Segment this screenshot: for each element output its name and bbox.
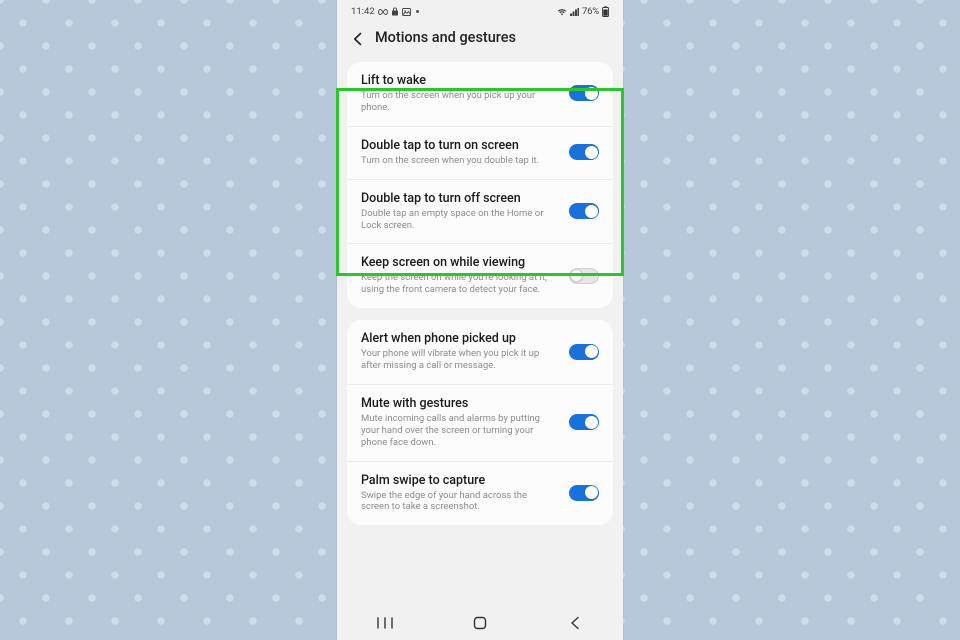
battery-icon: [602, 6, 609, 17]
wifi-icon: [557, 8, 567, 16]
status-bar: 11:42 76%: [337, 0, 623, 19]
toggle-alert-pickup[interactable]: [569, 344, 599, 360]
setting-alert-pickup[interactable]: Alert when phone picked up Your phone wi…: [347, 320, 613, 384]
nav-home-button[interactable]: [465, 613, 495, 633]
lock-icon: [391, 7, 399, 16]
setting-mute-gestures[interactable]: Mute with gestures Mute incoming calls a…: [347, 384, 613, 461]
setting-title: Alert when phone picked up: [361, 331, 557, 346]
page-title: Motions and gestures: [375, 29, 516, 46]
back-button[interactable]: [351, 31, 365, 45]
toggle-double-tap-off[interactable]: [569, 203, 599, 219]
navigation-bar: [337, 606, 623, 640]
nav-back-button[interactable]: [560, 613, 590, 633]
phone-frame: 11:42 76%: [337, 0, 623, 640]
toggle-keep-screen-on[interactable]: [569, 268, 599, 284]
infinity-icon: [378, 8, 388, 16]
notification-dot-icon: [416, 10, 419, 13]
setting-title: Mute with gestures: [361, 396, 557, 411]
setting-title: Double tap to turn on screen: [361, 138, 557, 153]
signal-icon: [570, 8, 579, 16]
title-bar: Motions and gestures: [337, 19, 623, 62]
settings-content: Lift to wake Turn on the screen when you…: [337, 62, 623, 525]
image-icon: [402, 8, 411, 16]
setting-keep-screen-on[interactable]: Keep screen on while viewing Keep the sc…: [347, 243, 613, 308]
nav-recents-button[interactable]: [370, 613, 400, 633]
toggle-mute-gestures[interactable]: [569, 414, 599, 430]
setting-title: Double tap to turn off screen: [361, 191, 557, 206]
status-time: 11:42: [351, 6, 375, 17]
battery-percent: 76%: [582, 6, 599, 17]
setting-subtitle: Swipe the edge of your hand across the s…: [361, 490, 557, 514]
setting-palm-swipe[interactable]: Palm swipe to capture Swipe the edge of …: [347, 461, 613, 526]
toggle-double-tap-on[interactable]: [569, 144, 599, 160]
setting-subtitle: Your phone will vibrate when you pick it…: [361, 348, 557, 372]
setting-lift-to-wake[interactable]: Lift to wake Turn on the screen when you…: [347, 62, 613, 126]
setting-subtitle: Turn on the screen when you double tap i…: [361, 155, 557, 167]
setting-subtitle: Keep the screen on while you're looking …: [361, 272, 557, 296]
toggle-lift-to-wake[interactable]: [569, 85, 599, 101]
setting-subtitle: Turn on the screen when you pick up your…: [361, 90, 557, 114]
setting-title: Palm swipe to capture: [361, 473, 557, 488]
setting-title: Keep screen on while viewing: [361, 255, 557, 270]
settings-group-1: Lift to wake Turn on the screen when you…: [347, 62, 613, 308]
setting-subtitle: Mute incoming calls and alarms by puttin…: [361, 413, 557, 449]
setting-subtitle: Double tap an empty space on the Home or…: [361, 208, 557, 232]
setting-double-tap-on[interactable]: Double tap to turn on screen Turn on the…: [347, 126, 613, 179]
settings-group-2: Alert when phone picked up Your phone wi…: [347, 320, 613, 525]
setting-title: Lift to wake: [361, 73, 557, 88]
setting-double-tap-off[interactable]: Double tap to turn off screen Double tap…: [347, 179, 613, 244]
toggle-palm-swipe[interactable]: [569, 485, 599, 501]
